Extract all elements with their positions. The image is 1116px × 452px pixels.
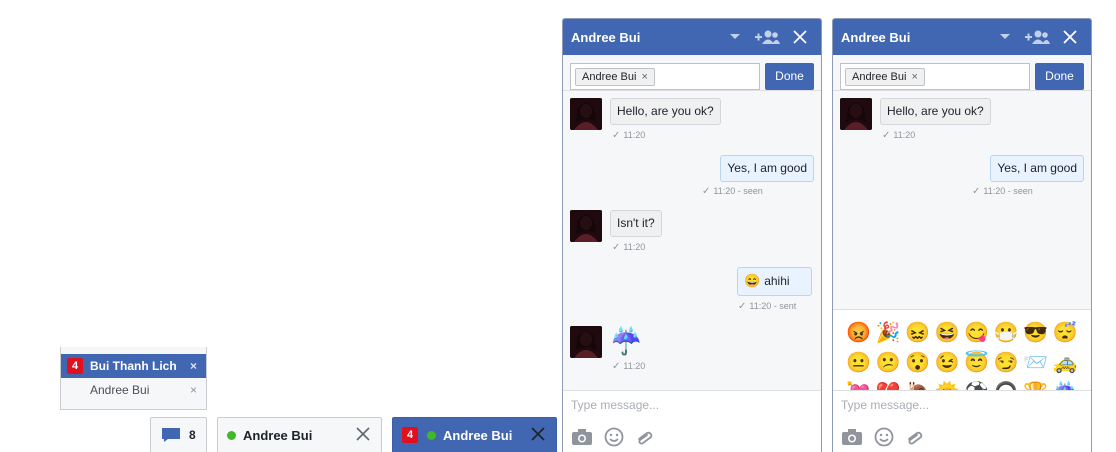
- chat-window: Andree Bui Andree Bui × Done Hello, are y…: [562, 18, 822, 452]
- add-people-icon[interactable]: [754, 29, 780, 45]
- chat-window-title[interactable]: Andree Bui: [571, 30, 640, 45]
- close-icon[interactable]: ×: [190, 354, 197, 378]
- online-status-dot: [427, 431, 436, 440]
- recipient-bar: Andree Bui × Done: [563, 55, 821, 91]
- message-meta: ✓ 11:20: [612, 130, 646, 141]
- message-bubble[interactable]: Hello, are you ok?: [880, 98, 991, 125]
- unread-badge: 4: [402, 427, 418, 443]
- check-icon: ✓: [972, 186, 981, 197]
- chat-window-header[interactable]: Andree Bui: [833, 19, 1091, 55]
- emoji-option[interactable]: 📨: [1023, 352, 1048, 374]
- overflow-count: 8: [189, 428, 196, 442]
- message-bubble[interactable]: 😄 ahihi: [737, 267, 812, 296]
- message-input[interactable]: Type message...: [841, 398, 929, 412]
- avatar[interactable]: [840, 98, 872, 130]
- emoji-icon[interactable]: [873, 427, 895, 447]
- emoji-option[interactable]: 😉: [935, 352, 960, 374]
- emoji-option[interactable]: 😆: [935, 322, 960, 344]
- emoji-option[interactable]: 😐: [846, 352, 871, 374]
- close-icon[interactable]: [355, 426, 371, 442]
- attachment-icon[interactable]: [635, 427, 657, 447]
- camera-icon[interactable]: [841, 427, 863, 447]
- message-bubble[interactable]: Isn't it?: [610, 210, 662, 237]
- recipient-chip: Andree Bui ×: [575, 68, 655, 86]
- emoji-option[interactable]: 😕: [876, 352, 901, 374]
- close-icon[interactable]: ×: [190, 378, 197, 402]
- chat-tab-name: Andree Bui: [243, 428, 313, 443]
- chevron-down-icon[interactable]: [729, 33, 741, 41]
- check-icon: ✓: [612, 242, 621, 253]
- check-icon: ✓: [738, 301, 747, 312]
- chat-bubble-icon: [162, 428, 180, 442]
- avatar[interactable]: [570, 326, 602, 358]
- emoji-option[interactable]: 🚕: [1053, 352, 1078, 374]
- emoji-option[interactable]: 😷: [994, 322, 1019, 344]
- chat-tab-name: Andree Bui: [443, 428, 513, 443]
- message-meta: ✓ 11:20: [612, 361, 646, 372]
- emoji-option[interactable]: 😇: [964, 352, 989, 374]
- message-bubble[interactable]: Hello, are you ok?: [610, 98, 721, 125]
- chat-window-header[interactable]: Andree Bui: [563, 19, 821, 55]
- recipient-input[interactable]: Andree Bui ×: [570, 63, 760, 90]
- umbrella-sticker[interactable]: ☔: [610, 326, 642, 356]
- message-meta: ✓ 11:20: [612, 242, 646, 253]
- done-button[interactable]: Done: [765, 63, 814, 90]
- emoji-option[interactable]: 😡: [846, 322, 871, 344]
- overflow-item-andree-bui[interactable]: Andree Bui ×: [61, 378, 206, 402]
- message-input[interactable]: Type message...: [571, 398, 659, 412]
- message-composer: Type message...: [563, 390, 821, 452]
- chat-tab-andree-bui-active[interactable]: 4 Andree Bui: [392, 417, 557, 452]
- check-icon: ✓: [612, 361, 621, 372]
- overflow-item-label: Andree Bui: [90, 383, 150, 397]
- chevron-down-icon[interactable]: [999, 33, 1011, 41]
- recipient-bar: Andree Bui × Done: [833, 55, 1091, 91]
- message-meta: ✓ 11:20 - seen: [702, 186, 763, 197]
- close-icon[interactable]: [1062, 29, 1078, 45]
- emoji-picker: 😡🎉😖😆😋😷😎😴😐😕😯😉😇😏📨🚕💘💔🐌🌞⚽🎧🏆☔: [833, 309, 1091, 404]
- check-icon: ✓: [612, 130, 621, 141]
- chat-tab-andree-bui[interactable]: Andree Bui: [217, 417, 382, 452]
- online-status-dot: [227, 431, 236, 440]
- grinning-emoji: 😄: [744, 273, 761, 288]
- add-people-icon[interactable]: [1024, 29, 1050, 45]
- avatar[interactable]: [570, 210, 602, 242]
- done-button[interactable]: Done: [1035, 63, 1084, 90]
- emoji-option[interactable]: 😋: [964, 322, 989, 344]
- chat-overflow-list: 4 Bui Thanh Lich × Andree Bui ×: [60, 347, 207, 410]
- message-meta: ✓ 11:20 - seen: [972, 186, 1033, 197]
- emoji-option[interactable]: 🎉: [876, 322, 901, 344]
- emoji-option[interactable]: 😏: [994, 352, 1019, 374]
- recipient-chip: Andree Bui ×: [845, 68, 925, 86]
- emoji-option[interactable]: 😯: [905, 352, 930, 374]
- attachment-icon[interactable]: [905, 427, 927, 447]
- message-composer: Type message...: [833, 390, 1091, 452]
- message-meta: ✓ 11:20: [882, 130, 916, 141]
- close-icon[interactable]: [792, 29, 808, 45]
- emoji-option[interactable]: 😴: [1053, 322, 1078, 344]
- remove-recipient-icon[interactable]: ×: [911, 71, 917, 83]
- unread-badge: 4: [67, 358, 83, 374]
- emoji-option[interactable]: 😖: [905, 322, 930, 344]
- check-icon: ✓: [702, 186, 711, 197]
- check-icon: ✓: [882, 130, 891, 141]
- message-bubble[interactable]: Yes, I am good: [720, 155, 814, 182]
- overflow-item-bui-thanh-lich[interactable]: 4 Bui Thanh Lich ×: [61, 354, 206, 378]
- message-meta: ✓ 11:20 - sent: [738, 301, 797, 312]
- remove-recipient-icon[interactable]: ×: [641, 71, 647, 83]
- recipient-input[interactable]: Andree Bui ×: [840, 63, 1030, 90]
- avatar[interactable]: [570, 98, 602, 130]
- chat-window: Andree Bui Andree Bui × Done Hello, are y…: [832, 18, 1092, 452]
- chat-window-title[interactable]: Andree Bui: [841, 30, 910, 45]
- emoji-option[interactable]: 😎: [1023, 322, 1048, 344]
- message-bubble[interactable]: Yes, I am good: [990, 155, 1084, 182]
- emoji-icon[interactable]: [603, 427, 625, 447]
- camera-icon[interactable]: [571, 427, 593, 447]
- overflow-toggle-tab[interactable]: 8: [150, 417, 207, 452]
- close-icon[interactable]: [530, 426, 546, 442]
- overflow-item-label: Bui Thanh Lich: [90, 359, 177, 373]
